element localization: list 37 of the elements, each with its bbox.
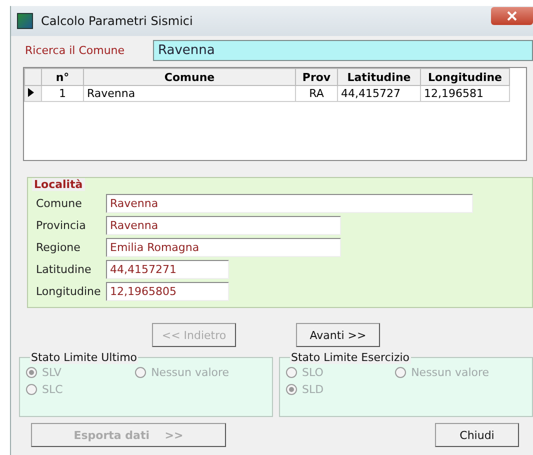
table-cell: 1 [42,86,84,102]
option-label: Nessun valore [411,366,490,379]
field-label: Longitudine [36,285,102,298]
text-field[interactable]: Ravenna [106,216,341,235]
column-header[interactable]: Longitudine [420,68,510,86]
table-cell: 44,415727 [338,86,420,102]
column-header[interactable]: n° [42,68,84,86]
nav-button[interactable]: Avanti >> [296,323,380,347]
text-field[interactable]: Ravenna [106,194,473,213]
option-label: SLV [42,366,62,379]
window-title: Calcolo Parametri Sismici [41,14,194,28]
text-field[interactable]: 44,4157271 [106,260,229,279]
field-label: Comune [36,197,83,210]
group-title: Stato Limite Esercizio [290,351,411,364]
close-button[interactable] [491,7,533,25]
table-cell: Ravenna [84,86,296,102]
field-label: Regione [36,241,82,254]
column-header[interactable]: Prov [296,68,338,86]
text-field[interactable]: 12,1965805 [106,282,229,301]
column-header[interactable]: Comune [84,68,296,86]
option-label: SLC [42,383,63,396]
app-icon [17,13,33,29]
table-cell: RA [296,86,338,102]
table-cell: 12,196581 [420,86,510,102]
text-field[interactable]: Emilia Romagna [106,238,341,257]
close-icon [507,11,517,21]
group-title: Stato Limite Ultimo [30,351,138,364]
action-button[interactable]: Chiudi [435,423,519,447]
panel-title: Località [32,178,85,191]
search-field[interactable]: Ravenna [153,40,533,61]
option-label: SLD [302,383,324,396]
field-label: Provincia [36,219,87,232]
search-label: Ricerca il Comune [24,44,126,57]
option-label: SLO [302,366,324,379]
column-header[interactable]: Latitudine [338,68,420,86]
option-label: Nessun valore [151,366,230,379]
field-label: Latitudine [36,263,92,276]
